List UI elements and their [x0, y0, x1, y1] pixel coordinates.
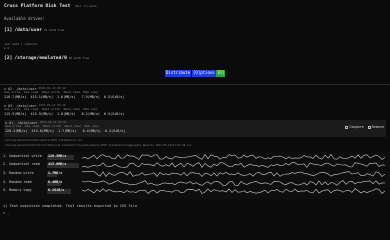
title-bar: Cross Platform Disk Test (Not focused) — [0, 0, 390, 14]
drive-path: /data/user — [14, 28, 42, 33]
metric-label: 2. Sequential read — [3, 162, 40, 166]
sparkline-path — [82, 188, 385, 194]
sparkline-path — [82, 154, 385, 160]
metric-sparkline — [82, 154, 385, 160]
checkbox-icon — [345, 125, 349, 129]
drive-detail: user data / internal — [4, 42, 38, 46]
drive-index: [1] — [4, 28, 13, 33]
metric-label: 3. Random write — [3, 171, 34, 175]
checkbox-icon — [367, 125, 371, 129]
metric-row: 2. Sequential read 415.6MB/s — [0, 162, 390, 168]
drive-index: [2] — [4, 56, 13, 61]
metric-label: 1. Sequential write — [3, 154, 42, 158]
result-values: 115.9(MB/s) 415.9(MB/s) 1.6(MB/s) 8.2(MB… — [4, 111, 125, 116]
metric-label: 5. Memory copy — [3, 188, 32, 192]
result-entry[interactable]: ≡ #2. /data/user 2024-06-12 09:14 Seq wr… — [4, 86, 386, 99]
metric-row: 4. Random read 6.4MB/s — [0, 180, 390, 186]
command-prompt[interactable]: > _ — [3, 211, 10, 215]
metric-row: 3. Random write 1.7MB/s — [0, 171, 390, 177]
metric-sparkline — [82, 162, 385, 168]
metric-sparkline — [82, 188, 385, 194]
metric-row: 1. Sequential write 120.3MB/s — [0, 154, 390, 160]
options-button[interactable]: [O]ptions — [192, 70, 216, 77]
metric-label: 4. Random read — [3, 180, 32, 184]
drive-free-space: 65.1GiB free — [68, 56, 90, 60]
drive-item-1[interactable]: [1] /data/user 65.1GiB free — [4, 28, 64, 34]
distribute-button[interactable]: Distribute — [165, 70, 192, 77]
metrics-panel: 1. Sequential write 120.3MB/s 2. Sequent… — [0, 152, 390, 199]
app-title: Cross Platform Disk Test — [4, 4, 71, 10]
drive-free-space: 65.1GiB free — [43, 28, 65, 32]
export-path-line: /storage/emulated/0/Documents/CPDT_TestR… — [4, 139, 83, 142]
sparkline-path — [82, 180, 385, 186]
metric-value: 120.3MB/s — [48, 154, 67, 158]
focus-status: (Not focused) — [74, 4, 98, 9]
result-values: 120.3(MB/s) 415.6(MB/s) 1.7(MB/s) 6.4(MB… — [5, 128, 126, 133]
compare-controls: Compare Remove — [345, 125, 384, 129]
metric-sparkline — [82, 180, 385, 186]
metric-row: 5. Memory copy 6.2GiB/s — [0, 188, 390, 194]
sparkline-path — [82, 162, 385, 168]
metric-value: 415.6MB/s — [48, 162, 67, 166]
compare-checkbox[interactable]: Compare — [345, 125, 364, 129]
divider — [0, 84, 390, 85]
metric-sparkline — [82, 171, 385, 177]
metric-value: 1.7MB/s — [48, 171, 63, 175]
drive-item-2[interactable]: [2] /storage/emulated/0 65.1GiB free — [4, 56, 89, 62]
result-values: 116.7(MB/s) 415.1(MB/s) 1.6(MB/s) 7.9(MB… — [4, 94, 125, 99]
result-entry[interactable]: ≡ #3. /data/user 2024-06-12 09:18 Seq wr… — [4, 103, 386, 116]
status-message: i) Test execution completed. Test result… — [3, 204, 138, 208]
result-entry-selected[interactable]: ≡ #1. /data/user 2024-06-12 09:21 Seq wr… — [4, 120, 386, 137]
drives-heading: Available drives: — [4, 16, 45, 21]
sparkline-path — [82, 171, 385, 177]
metric-value: 6.4MB/s — [48, 180, 63, 184]
export-path-line: /storage/emulated/0/Android/data/com.dis… — [4, 144, 192, 147]
drive-path: /storage/emulated/0 — [14, 56, 67, 61]
metric-value: 6.2GiB/s — [48, 188, 65, 192]
remove-checkbox[interactable]: Remove — [367, 125, 384, 129]
run-button[interactable]: [R] — [216, 70, 226, 77]
drive-icons: ⊕ ⊕ — [4, 46, 10, 50]
